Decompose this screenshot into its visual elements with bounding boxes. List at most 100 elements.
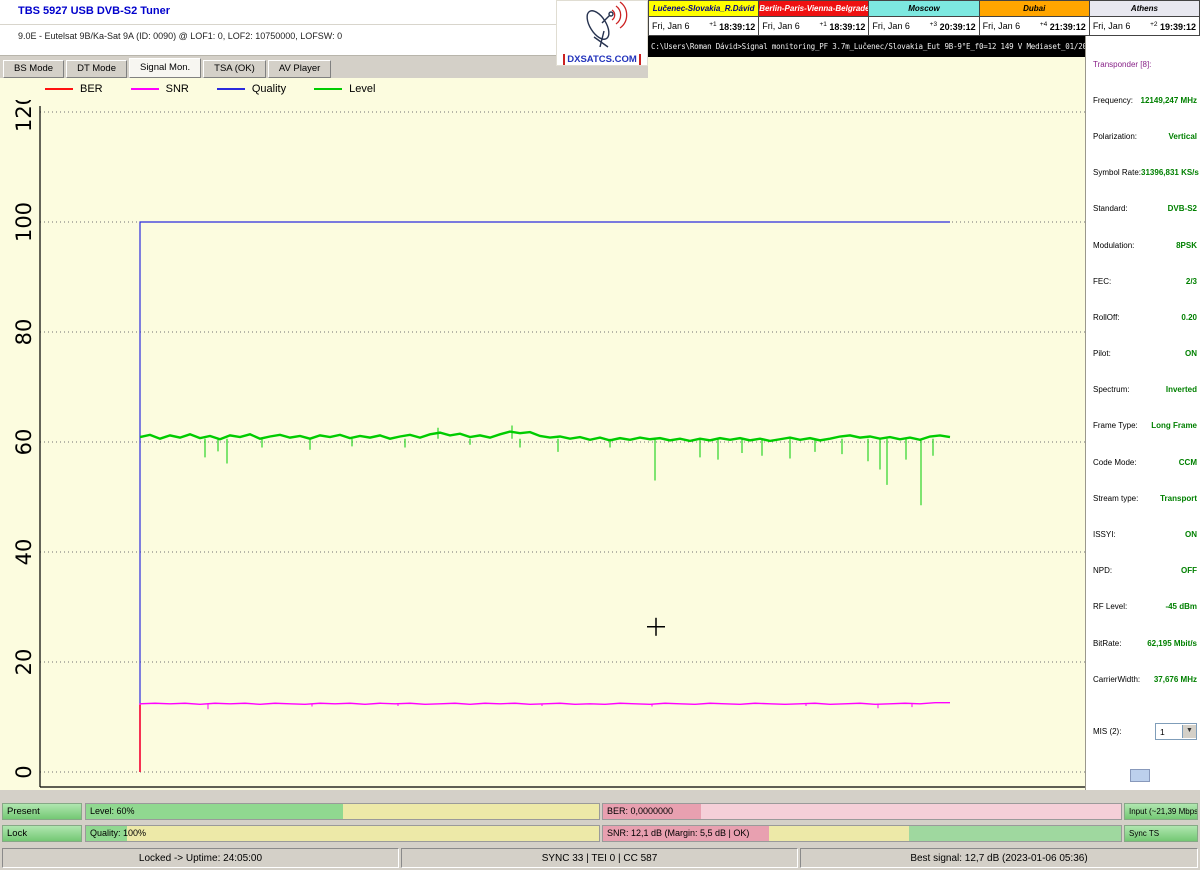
- utc-offset: +1: [819, 21, 826, 28]
- utc-offset: +3: [930, 21, 937, 28]
- param-label: ISSYI:: [1093, 530, 1116, 539]
- clock-date: Fri, Jan 6: [652, 21, 690, 31]
- snr-meter: SNR: 12,1 dB (Margin: 5,5 dB | OK): [602, 825, 1122, 842]
- clock-1: Berlin-Paris-Vienna-BelgradeFri, Jan 6+1…: [758, 1, 868, 35]
- param-label: Polarization:: [1093, 132, 1137, 141]
- clock-city: Berlin-Paris-Vienna-Belgrade: [759, 1, 868, 16]
- param-row-modulation-: Modulation:8PSK: [1086, 227, 1200, 263]
- level-meter: Level: 60%: [85, 803, 600, 820]
- clock-time: +4 21:39:12: [1040, 21, 1086, 32]
- panel-filler: [648, 57, 1085, 78]
- param-row-fec-: FEC: 2/3: [1086, 263, 1200, 299]
- clock-time: +1 18:39:12: [709, 21, 755, 32]
- param-row-carrierwidth-: CarrierWidth:37,676 MHz: [1086, 661, 1200, 697]
- present-indicator: Present: [2, 803, 82, 820]
- ber-meter: BER: 0,0000000: [602, 803, 1122, 820]
- param-label: Spectrum:: [1093, 385, 1129, 394]
- legend-item-snr: SNR: [131, 83, 189, 95]
- param-value: Inverted: [1166, 385, 1197, 394]
- utc-offset: +1: [709, 21, 716, 28]
- series-snr: [140, 703, 950, 772]
- param-label: FEC:: [1093, 277, 1111, 286]
- param-value: CCM: [1179, 458, 1197, 467]
- param-value: OFF: [1181, 566, 1197, 575]
- param-value: 2/3: [1186, 277, 1197, 286]
- legend-label: SNR: [166, 83, 189, 95]
- clock-0: Lučenec-Slovakia_R.Dávid Fri, Jan 6 +1 18:…: [649, 1, 758, 35]
- legend-swatch: [45, 88, 73, 90]
- statusbar-best-signal: Best signal: 12,7 dB (2023-01-06 05:36): [800, 848, 1198, 868]
- quality-meter: Quality: 100%: [85, 825, 600, 842]
- satellite-info: 9.0E - Eutelsat 9B/Ka-Sat 9A (ID: 0090) …: [18, 31, 342, 41]
- y-tick-label: 40: [12, 539, 36, 566]
- param-value: 37,676 MHz: [1154, 675, 1197, 684]
- lock-indicator: Lock: [2, 825, 82, 842]
- param-row-transponder-8-: Transponder [8]:: [1086, 46, 1200, 82]
- utc-offset: +4: [1040, 21, 1047, 28]
- chevron-down-icon[interactable]: ▼: [1182, 725, 1196, 738]
- tab-tsa-ok-[interactable]: TSA (OK): [203, 60, 266, 78]
- statusbar-uptime: Locked -> Uptime: 24:05:00: [2, 848, 399, 868]
- snr-meter-label: SNR: 12,1 dB (Margin: 5,5 dB | OK): [607, 826, 749, 841]
- clock-city: Moscow: [869, 1, 978, 16]
- param-row-polarization-: Polarization:Vertical: [1086, 118, 1200, 154]
- param-row-bitrate-: BitRate:62,195 Mbit/s: [1086, 625, 1200, 661]
- statusbar-sync-counters: SYNC 33 | TEI 0 | CC 587: [401, 848, 798, 868]
- header: TBS 5927 USB DVB-S2 Tuner 9.0E - Eutelsa…: [0, 0, 648, 56]
- legend-label: Quality: [252, 83, 286, 95]
- clock-city: Lučenec-Slovakia_R.Dávid: [649, 1, 758, 16]
- dxsatcs-logo: DXSATCS.COM: [556, 0, 648, 66]
- param-label: BitRate:: [1093, 639, 1121, 648]
- param-value: 0.20: [1181, 313, 1197, 322]
- clock-date: Fri, Jan 6: [872, 21, 910, 31]
- param-row-spectrum-: Spectrum: Inverted: [1086, 372, 1200, 408]
- clock-3: DubaiFri, Jan 6+4 21:39:12: [979, 1, 1089, 35]
- meter-segment: [769, 826, 909, 841]
- clock-time: +2 19:39:12: [1150, 21, 1196, 32]
- series-quality: [140, 222, 950, 772]
- ber-meter-label: BER: 0,0000000: [607, 804, 673, 819]
- signal-chart[interactable]: 020406080100120: [0, 100, 1085, 790]
- clock-time-row: Fri, Jan 6+1 18:39:12: [759, 16, 868, 35]
- statusbar: Locked -> Uptime: 24:05:00SYNC 33 | TEI …: [0, 847, 1200, 870]
- clock-date: Fri, Jan 6: [983, 21, 1021, 31]
- meter-segment: [127, 826, 599, 841]
- legend-label: BER: [80, 83, 103, 95]
- legend-label: Level: [349, 83, 375, 95]
- world-clocks: Lučenec-Slovakia_R.DávidFri, Jan 6+1 18:…: [648, 0, 1200, 36]
- param-label: NPD:: [1093, 566, 1112, 575]
- legend-swatch: [314, 88, 342, 90]
- clock-city: Athens: [1090, 1, 1199, 16]
- param-row-issyi-: ISSYI:ON: [1086, 516, 1200, 552]
- level-meter-label: Level: 60%: [90, 804, 135, 819]
- param-label: Modulation:: [1093, 241, 1134, 250]
- mis-select[interactable]: 1 ▼: [1155, 723, 1197, 740]
- param-label: Stream type:: [1093, 494, 1138, 503]
- y-tick-label: 0: [12, 765, 36, 778]
- legend-item-quality: Quality: [217, 83, 286, 95]
- mode-tabs: BS ModeDT ModeSignal Mon.TSA (OK)AV Play…: [0, 56, 648, 78]
- chart-panel: BERSNRQualityLevel 020406080100120: [0, 78, 1085, 790]
- console-prompt: C:\Users\Roman Dávid>Signal monitoring_P…: [648, 36, 1085, 57]
- param-label: Transponder [8]:: [1093, 60, 1151, 69]
- param-label: RF Level:: [1093, 602, 1127, 611]
- tab-av-player[interactable]: AV Player: [268, 60, 332, 78]
- param-label: Frequency:: [1093, 96, 1133, 105]
- clock-4: AthensFri, Jan 6+2 19:39:12: [1089, 1, 1199, 35]
- param-value: Transport: [1160, 494, 1197, 503]
- tab-signal-mon-[interactable]: Signal Mon.: [129, 58, 201, 78]
- param-row-rolloff-: RollOff: 0.20: [1086, 299, 1200, 335]
- logo-text: DXSATCS.COM: [563, 54, 641, 65]
- clock-time: +3 20:39:12: [930, 21, 976, 32]
- quality-meter-label: Quality: 100%: [90, 826, 146, 841]
- tab-bs-mode[interactable]: BS Mode: [3, 60, 64, 78]
- tab-dt-mode[interactable]: DT Mode: [66, 60, 127, 78]
- parameter-list: Transponder [8]:Frequency:12149,247 MHzP…: [1086, 46, 1200, 697]
- scroll-grip[interactable]: [1130, 769, 1150, 782]
- chart-legend: BER SNR Quality Level: [45, 83, 375, 95]
- param-label: RollOff:: [1093, 313, 1120, 322]
- syncts-indicator: Sync TS: [1124, 825, 1198, 842]
- y-tick-label: 60: [12, 429, 36, 456]
- status-meters: PresentLevel: 60%BER: 0,0000000Input (~2…: [0, 800, 1200, 847]
- param-label: Standard:: [1093, 204, 1128, 213]
